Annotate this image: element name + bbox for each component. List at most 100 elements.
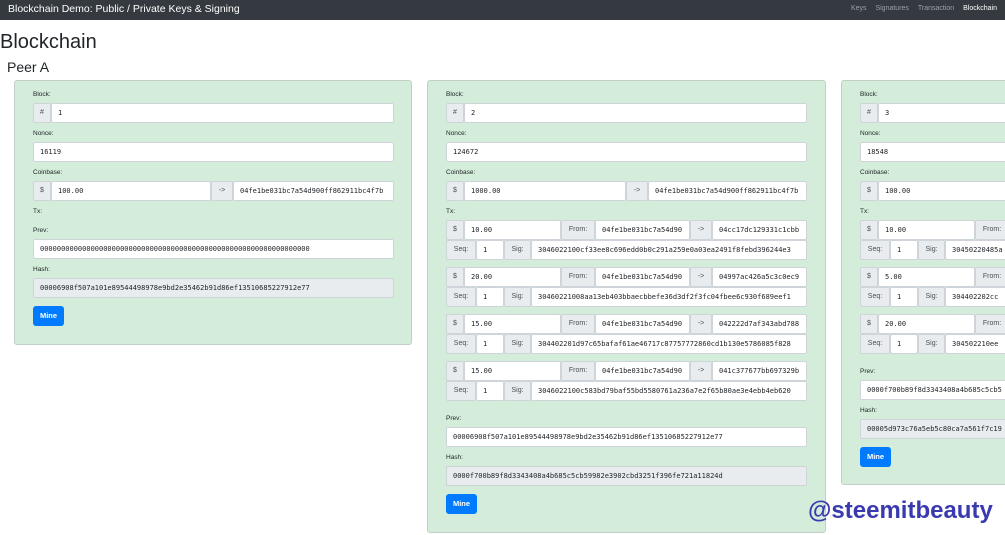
block-label: Block: <box>860 91 878 98</box>
tx-sig-input[interactable]: 3046022100cf33ee8c696edd0b0c291a259e0a03… <box>531 240 807 260</box>
tx-seq-input[interactable]: 1 <box>890 240 918 260</box>
tx-seq-input[interactable]: 1 <box>890 334 918 354</box>
tx-seq-input[interactable]: 1 <box>476 381 504 401</box>
block-number-input[interactable]: 3 <box>878 103 1005 123</box>
coinbase-to-input[interactable]: 04fe1be031bc7a54d900ff862911bc4f7b <box>233 181 394 201</box>
tx-seq-addon: Seq: <box>860 287 890 307</box>
tx-dollar-addon: $ <box>446 361 464 381</box>
tx-amount-input[interactable]: 10.00 <box>464 220 561 240</box>
hash-label: Hash: <box>33 266 50 273</box>
coinbase-amount-input[interactable]: 1000.00 <box>464 181 626 201</box>
coinbase-label: Coinbase: <box>446 169 476 176</box>
tx-seq-input[interactable]: 1 <box>476 334 504 354</box>
tx-sig-input[interactable]: 3046022100c583bd79baf55bd5580761a236a7e2… <box>531 381 807 401</box>
coinbase-amount-input[interactable]: 100.00 <box>878 181 1005 201</box>
prev-input[interactable]: 0000000000000000000000000000000000000000… <box>33 239 394 259</box>
tx-dollar-addon: $ <box>446 220 464 240</box>
block-label: Block: <box>446 91 464 98</box>
tx-amount-input[interactable]: 10.00 <box>878 220 975 240</box>
block-label: Block: <box>33 91 51 98</box>
tx-seq-input[interactable]: 1 <box>476 240 504 260</box>
tx-to-input[interactable]: 041c377677bb697329b <box>712 361 807 381</box>
tx-label: Tx: <box>860 208 870 215</box>
tx-from-addon: From: <box>975 267 1005 287</box>
tx-dollar-addon: $ <box>860 220 878 240</box>
coinbase-label: Coinbase: <box>33 169 63 176</box>
block-card-1: Block: # 1 Nonce: 16119 Coinbase: $ 100.… <box>14 80 412 345</box>
nonce-input[interactable]: 16119 <box>33 142 394 162</box>
mine-button[interactable]: Mine <box>860 447 891 467</box>
tx-from-addon: From: <box>975 314 1005 334</box>
tx-seq-addon: Seq: <box>446 240 476 260</box>
block-number-addon: # <box>33 103 51 123</box>
nav-link-signatures[interactable]: Signatures <box>875 5 908 12</box>
tx-sig-addon: Sig: <box>918 240 945 260</box>
tx-amount-input[interactable]: 20.00 <box>464 267 561 287</box>
tx-sig-addon: Sig: <box>504 240 531 260</box>
nonce-input[interactable]: 18548 <box>860 142 1005 162</box>
tx-sig-addon: Sig: <box>918 334 945 354</box>
block-card-2: Block: # 2 Nonce: 124672 Coinbase: $ 100… <box>427 80 826 533</box>
block-number-input[interactable]: 2 <box>464 103 807 123</box>
nonce-label: Nonce: <box>446 130 467 137</box>
prev-label: Prev: <box>446 415 462 422</box>
tx-dollar-addon: $ <box>860 314 878 334</box>
coinbase-dollar-addon: $ <box>446 181 464 201</box>
block-number-addon: # <box>446 103 464 123</box>
block-number-input[interactable]: 1 <box>51 103 394 123</box>
tx-dollar-addon: $ <box>446 314 464 334</box>
coinbase-amount-input[interactable]: 100.00 <box>51 181 211 201</box>
nav-link-keys[interactable]: Keys <box>851 5 867 12</box>
tx-seq-addon: Seq: <box>446 381 476 401</box>
tx-label: Tx: <box>33 208 43 215</box>
tx-amount-input[interactable]: 20.00 <box>878 314 975 334</box>
top-navbar: Blockchain Demo: Public / Private Keys &… <box>0 0 1005 20</box>
tx-dollar-addon: $ <box>860 267 878 287</box>
nav-links: Keys Signatures Transaction Blockchain <box>844 5 997 12</box>
hash-label: Hash: <box>860 407 877 414</box>
tx-from-input[interactable]: 04fe1be031bc7a54d90 <box>595 314 690 334</box>
nonce-label: Nonce: <box>860 130 881 137</box>
nonce-label: Nonce: <box>33 130 54 137</box>
tx-from-addon: From: <box>561 314 595 334</box>
tx-from-addon: From: <box>561 220 595 240</box>
tx-sig-addon: Sig: <box>504 334 531 354</box>
tx-from-addon: From: <box>975 220 1005 240</box>
tx-seq-input[interactable]: 1 <box>476 287 504 307</box>
tx-arrow-addon: -> <box>690 361 712 381</box>
tx-sig-input[interactable]: 304402201d97c65bafaf61ae46717c8775777286… <box>531 334 807 354</box>
coinbase-label: Coinbase: <box>860 169 890 176</box>
prev-input[interactable]: 0000f700b89f8d3343408a4b685c5cb5 <box>860 380 1005 400</box>
hash-output: 0000f700b89f8d3343408a4b685c5cb59982e390… <box>446 466 807 486</box>
nav-link-blockchain[interactable]: Blockchain <box>963 5 997 12</box>
tx-from-addon: From: <box>561 361 595 381</box>
tx-to-input[interactable]: 04997ac426a5c3c0ec9 <box>712 267 807 287</box>
tx-dollar-addon: $ <box>446 267 464 287</box>
tx-to-input[interactable]: 04cc17dc129331c1cbb <box>712 220 807 240</box>
tx-from-input[interactable]: 04fe1be031bc7a54d90 <box>595 361 690 381</box>
tx-sig-input[interactable]: 304402202cc <box>945 287 1005 307</box>
tx-seq-addon: Seq: <box>860 240 890 260</box>
prev-input[interactable]: 00006908f507a101e89544498978e9bd2e35462b… <box>446 427 807 447</box>
tx-sig-input[interactable]: 304502210ee <box>945 334 1005 354</box>
tx-amount-input[interactable]: 15.00 <box>464 361 561 381</box>
coinbase-to-input[interactable]: 04fe1be031bc7a54d900ff862911bc4f7b <box>648 181 807 201</box>
tx-from-input[interactable]: 04fe1be031bc7a54d90 <box>595 220 690 240</box>
tx-arrow-addon: -> <box>690 314 712 334</box>
tx-to-input[interactable]: 042222d7af343abd788 <box>712 314 807 334</box>
tx-arrow-addon: -> <box>690 220 712 240</box>
mine-button[interactable]: Mine <box>446 494 477 514</box>
tx-seq-input[interactable]: 1 <box>890 287 918 307</box>
tx-from-input[interactable]: 04fe1be031bc7a54d90 <box>595 267 690 287</box>
tx-sig-addon: Sig: <box>504 381 531 401</box>
nav-link-transaction[interactable]: Transaction <box>918 5 954 12</box>
page-title: Blockchain <box>0 31 97 53</box>
nonce-input[interactable]: 124672 <box>446 142 807 162</box>
navbar-brand[interactable]: Blockchain Demo: Public / Private Keys &… <box>8 3 240 15</box>
tx-sig-input[interactable]: 30450220485a <box>945 240 1005 260</box>
tx-amount-input[interactable]: 5.00 <box>878 267 975 287</box>
tx-amount-input[interactable]: 15.00 <box>464 314 561 334</box>
tx-sig-input[interactable]: 30460221008aa13eb403bbaecbbefe36d3df2f3f… <box>531 287 807 307</box>
prev-label: Prev: <box>33 227 49 234</box>
mine-button[interactable]: Mine <box>33 306 64 326</box>
